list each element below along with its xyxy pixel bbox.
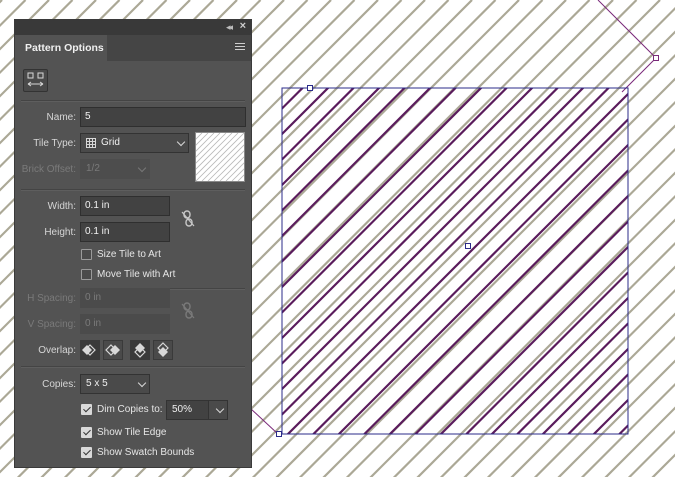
tile-stripe [515,321,628,434]
width-input[interactable]: 0.1 in [80,196,170,216]
overlap-bottom-in-front-button[interactable] [153,340,173,360]
tile-type-value: Grid [101,137,120,148]
show-swatch-bounds-checkbox[interactable] [81,447,92,458]
overlap-bottom-front-icon [157,342,169,357]
copies-value: 5 x 5 [86,378,108,389]
show-tile-edge-checkbox[interactable] [81,427,92,438]
size-tile-to-art-label: Size Tile to Art [97,249,161,260]
tile-handle-center [465,243,471,249]
pattern-tile-tool-button[interactable] [23,69,48,92]
overlap-top-in-front-button[interactable] [130,340,150,360]
grid-icon [86,138,96,148]
close-icon[interactable]: × [240,20,246,32]
overlap-left-in-front-button[interactable] [80,340,100,360]
chevron-down-icon [176,137,186,147]
h-spacing-input[interactable]: 0 in [80,288,170,308]
name-label: Name: [46,112,76,123]
tile-type-dropdown[interactable]: Grid [80,133,189,153]
width-label: Width: [47,201,76,212]
tab-pattern-options[interactable]: Pattern Options [15,35,107,61]
pattern-tile-tool-icon [27,72,44,87]
copies-dropdown[interactable]: 5 x 5 [80,374,150,394]
tile-handle-top-left [307,85,313,91]
brick-offset-label: Brick Offset: [21,164,76,175]
h-spacing-label: H Spacing: [27,293,76,304]
brick-offset-value: 1/2 [86,163,100,174]
divider [21,189,245,191]
v-spacing-input[interactable]: 0 in [80,314,170,334]
chevron-down-icon [215,404,225,414]
divider [21,366,245,368]
dim-stripe [439,241,675,477]
swatch-preview [195,132,245,182]
height-label: Height: [44,227,76,238]
dim-copies-label: Dim Copies to: [97,404,163,415]
overlap-left-front-icon [82,344,96,356]
panel-titlebar[interactable]: ◂◂ × [15,20,251,35]
tile-type-label: Tile Type: [33,138,76,149]
dim-stripe [204,6,675,477]
show-tile-edge-label: Show Tile Edge [97,427,167,438]
move-tile-with-art-label: Move Tile with Art [97,269,176,280]
height-input[interactable]: 0.1 in [80,222,170,242]
swatch-handle-right [653,55,659,61]
copies-label: Copies: [42,379,76,390]
overlap-label: Overlap: [38,345,76,356]
overlap-right-in-front-button[interactable] [103,340,123,360]
dim-stripe [580,382,675,477]
unlink-proportions-icon[interactable] [180,210,196,228]
brick-offset-dropdown[interactable]: 1/2 [80,159,150,179]
name-input[interactable]: 5 [80,107,246,127]
tile-stripe [282,88,585,391]
panel-tab-row: Pattern Options [15,35,251,61]
move-tile-with-art-checkbox[interactable] [81,269,92,280]
swatch-preview-pattern [196,133,244,181]
show-swatch-bounds-label: Show Swatch Bounds [97,447,195,458]
chevron-down-icon [137,378,147,388]
dim-copies-dropdown-button[interactable] [208,400,228,420]
unlink-spacing-icon[interactable] [180,302,196,320]
overlap-right-front-icon [105,344,120,356]
dim-copies-checkbox[interactable] [81,404,92,415]
dim-stripe [604,406,675,477]
hamburger-menu-icon[interactable] [235,43,245,52]
overlap-top-front-icon [134,343,146,358]
chevron-down-icon [137,163,147,173]
tile-handle-bottom-left [276,431,282,437]
dim-copies-value: 50% [172,404,193,415]
v-spacing-label: V Spacing: [27,319,76,330]
dim-stripe [275,77,675,477]
divider [165,288,245,290]
pattern-options-panel: ◂◂ × Pattern Options Name: 5 Tile Type: … [14,19,252,468]
divider [21,100,245,102]
double-chevron-left-icon[interactable]: ◂◂ [226,22,233,33]
size-tile-to-art-checkbox[interactable] [81,249,92,260]
